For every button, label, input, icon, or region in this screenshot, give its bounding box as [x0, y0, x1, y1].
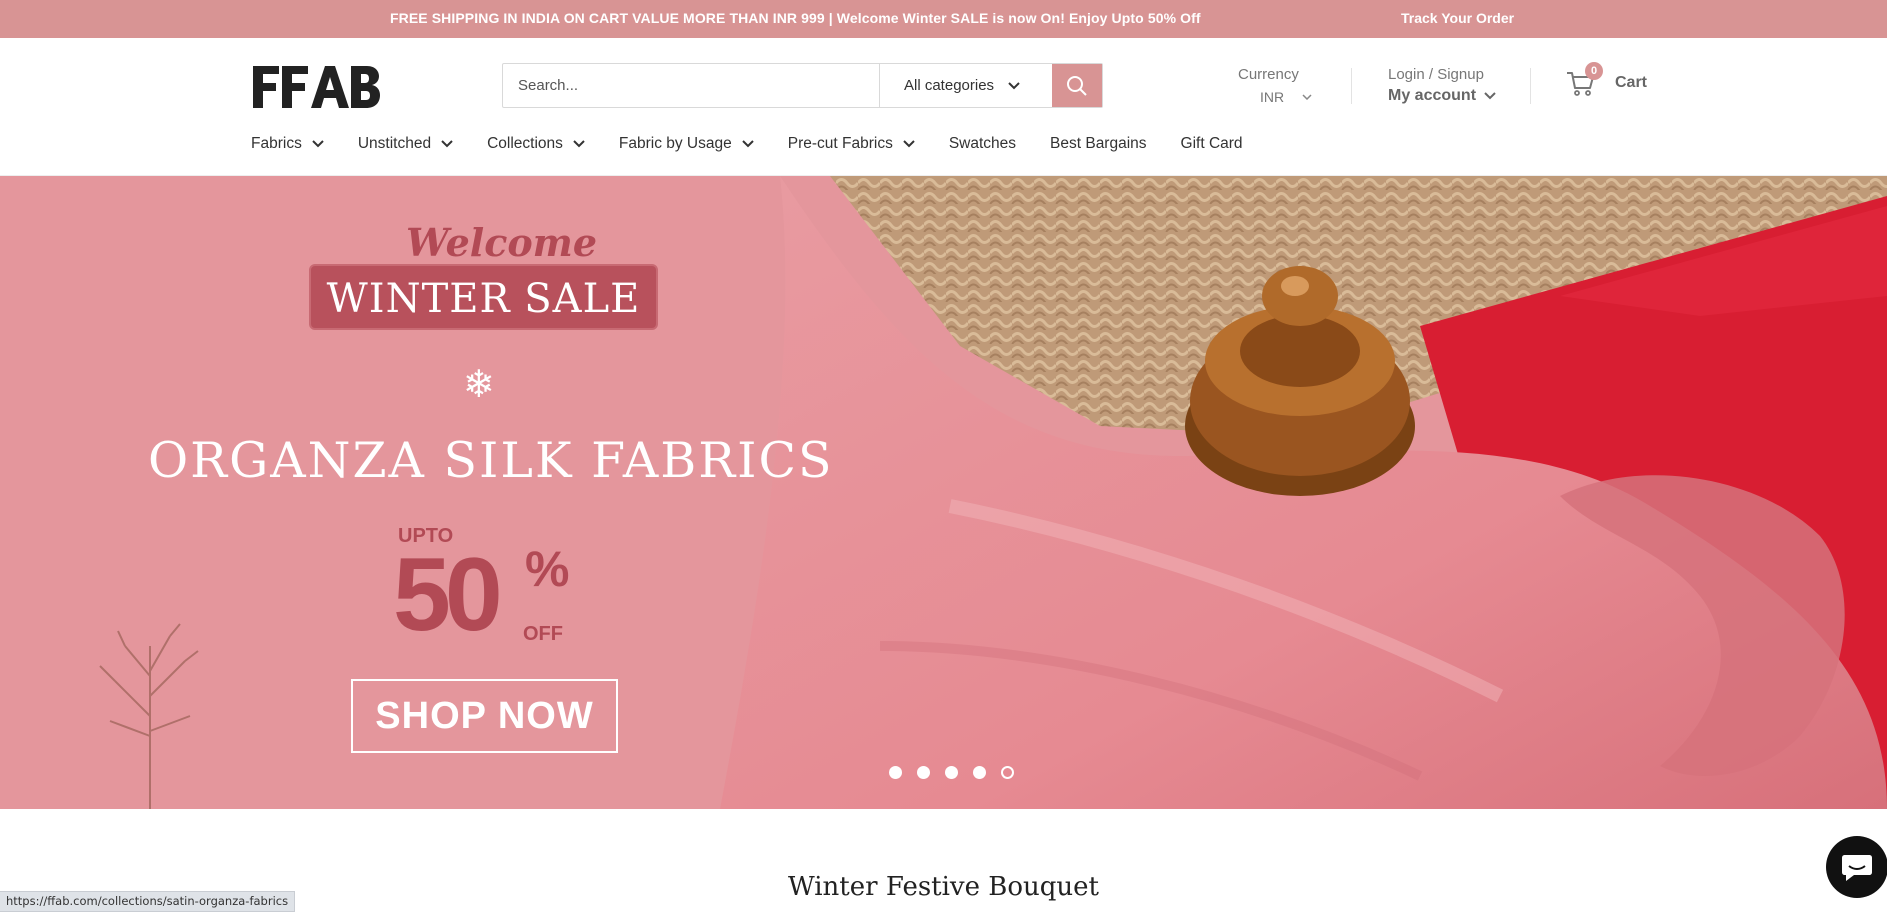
- my-account-dropdown[interactable]: My account: [1388, 87, 1496, 105]
- logo[interactable]: [251, 64, 381, 110]
- announcement-message: FREE SHIPPING IN INDIA ON CART VALUE MOR…: [390, 10, 1201, 26]
- currency-value: INR: [1260, 89, 1285, 105]
- browser-status-url: https://ffab.com/collections/satin-organ…: [0, 891, 296, 912]
- cart-button[interactable]: 0 Cart: [1565, 62, 1648, 98]
- cart-count-badge: 0: [1585, 62, 1603, 80]
- cart-icon: 0: [1565, 62, 1603, 98]
- chevron-down-icon: [742, 140, 754, 148]
- cart-label: Cart: [1615, 74, 1648, 91]
- carousel-dot[interactable]: [917, 766, 930, 779]
- hero-background-image: [0, 176, 1887, 809]
- nav-item-label: Best Bargains: [1050, 135, 1147, 152]
- currency-dropdown[interactable]: INR: [1260, 89, 1318, 105]
- carousel-dot[interactable]: [945, 766, 958, 779]
- nav-item-label: Unstitched: [357, 135, 432, 152]
- track-order-link[interactable]: Track Your Order: [1401, 10, 1514, 26]
- nav-item-best-bargains[interactable]: Best Bargains: [1050, 135, 1147, 153]
- site-header: All categories Currency INR Login / Sign…: [0, 38, 1887, 176]
- carousel-dots: [889, 766, 1029, 779]
- snowflake-icon: ❄: [463, 364, 495, 406]
- ffab-logo-mark: [253, 66, 380, 108]
- search-icon: [1067, 75, 1087, 96]
- search-bar: All categories: [502, 63, 1103, 108]
- chevron-down-icon: [903, 140, 915, 148]
- carousel-dot[interactable]: [889, 766, 902, 779]
- hero-discount-value: 50: [393, 537, 503, 653]
- nav-item-pre-cut-fabrics[interactable]: Pre-cut Fabrics: [788, 135, 915, 153]
- category-select[interactable]: All categories: [879, 64, 1052, 107]
- shop-now-button[interactable]: SHOP NOW: [351, 679, 618, 753]
- divider: [1351, 68, 1352, 104]
- login-signup-link[interactable]: Login / Signup: [1388, 66, 1496, 83]
- chevron-down-icon: [441, 140, 453, 148]
- category-select-label: All categories: [904, 77, 995, 94]
- nav-item-label: Fabrics: [251, 135, 302, 152]
- hero-product-title: ORGANZA SILK FABRICS: [148, 432, 834, 489]
- divider: [1530, 68, 1531, 104]
- announcement-bar: FREE SHIPPING IN INDIA ON CART VALUE MOR…: [0, 0, 1887, 38]
- main-nav: Fabrics Unstitched Collections Fabric by…: [251, 135, 1277, 153]
- nav-item-label: Collections: [487, 135, 563, 152]
- chat-icon: [1842, 855, 1872, 881]
- nav-item-fabrics[interactable]: Fabrics: [251, 135, 324, 153]
- chevron-down-icon: [312, 140, 324, 148]
- nav-item-gift-card[interactable]: Gift Card: [1181, 135, 1243, 153]
- currency-label: Currency: [1238, 66, 1299, 83]
- chat-widget-button[interactable]: [1826, 836, 1887, 898]
- nav-item-label: Swatches: [948, 135, 1017, 152]
- search-button[interactable]: [1052, 64, 1102, 107]
- currency-selector: Currency INR: [1238, 66, 1318, 105]
- nav-item-label: Gift Card: [1180, 135, 1243, 152]
- chevron-down-icon: [573, 140, 585, 148]
- hero-welcome-text: Welcome: [406, 220, 598, 265]
- nav-item-unstitched[interactable]: Unstitched: [358, 135, 453, 153]
- hero-sale-ribbon: WINTER SALE: [309, 264, 658, 330]
- nav-item-swatches[interactable]: Swatches: [949, 135, 1016, 153]
- chevron-down-icon: [1008, 81, 1020, 89]
- account-menu: Login / Signup My account: [1388, 66, 1496, 105]
- chevron-down-icon: [1302, 94, 1312, 100]
- nav-item-label: Pre-cut Fabrics: [787, 135, 893, 152]
- hero-percent-sign: %: [525, 541, 570, 597]
- chevron-down-icon: [1484, 92, 1496, 100]
- carousel-dot-active[interactable]: [1001, 766, 1014, 779]
- carousel-dot[interactable]: [973, 766, 986, 779]
- nav-item-fabric-by-usage[interactable]: Fabric by Usage: [619, 135, 754, 153]
- nav-item-label: Fabric by Usage: [618, 135, 732, 152]
- hero-banner[interactable]: Welcome WINTER SALE ❄ ORGANZA SILK FABRI…: [0, 176, 1887, 809]
- search-input[interactable]: [503, 64, 879, 107]
- hero-off-text: OFF: [523, 623, 563, 645]
- hero-sale-text: WINTER SALE: [326, 276, 641, 322]
- nav-item-collections[interactable]: Collections: [487, 135, 585, 153]
- my-account-label: My account: [1388, 87, 1477, 104]
